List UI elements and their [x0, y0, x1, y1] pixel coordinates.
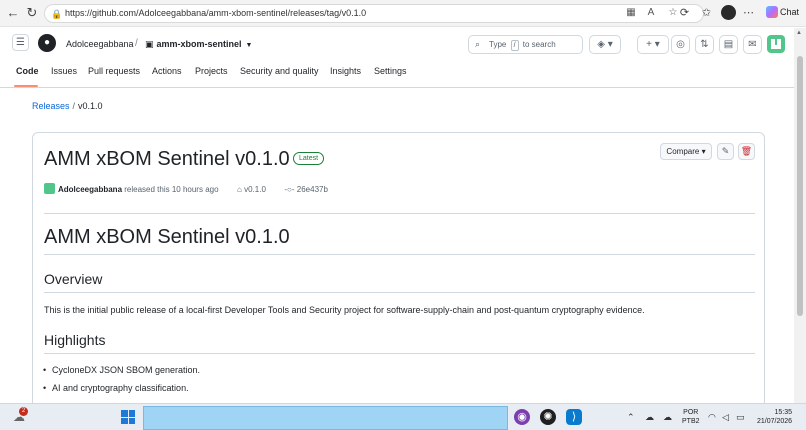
issues-icon[interactable]: ◎	[671, 35, 690, 54]
apps-icon[interactable]: ▦	[625, 7, 637, 19]
released-time: released this 10 hours ago	[124, 185, 219, 194]
search-input[interactable]: ⌕ Type / to search	[468, 35, 583, 54]
divider	[44, 254, 755, 255]
pull-requests-icon[interactable]: ⇅	[695, 35, 714, 54]
repo-icon: ▣	[145, 39, 154, 49]
chevron-down-icon[interactable]: ▼	[246, 42, 253, 49]
github-logo-icon[interactable]: ●	[38, 34, 56, 52]
tab-code[interactable]: Code	[16, 66, 39, 76]
overview-text: This is the initial public release of a …	[44, 305, 645, 315]
list-item: AI and cryptography classification.	[43, 383, 189, 393]
site-info-icon[interactable]: 🔒	[51, 6, 62, 23]
vscode-icon[interactable]: ⟩	[566, 409, 582, 425]
browser-toolbar: ← ↻ 🔒 https://github.com/Adolceegabbana/…	[0, 0, 806, 27]
release-breadcrumb: Releases / v0.1.0	[32, 101, 103, 111]
repo-name-link[interactable]: ▣ amm-xbom-sentinel ▼	[145, 39, 252, 50]
tab-issues[interactable]: Issues	[51, 66, 77, 76]
tab-insights[interactable]: Insights	[330, 66, 361, 76]
compare-button[interactable]: Compare ▾	[660, 143, 712, 160]
release-meta: Adolceegabbana released this 10 hours ag…	[44, 183, 328, 194]
search-icon: ⌕	[475, 39, 481, 49]
user-avatar[interactable]	[767, 35, 785, 53]
system-clock[interactable]: 15:35 21/07/2026	[757, 408, 792, 426]
divider	[44, 292, 755, 293]
windows-start-icon[interactable]	[121, 410, 135, 424]
menu-icon[interactable]: ☰	[12, 34, 29, 51]
back-icon[interactable]: ←	[6, 6, 20, 20]
extension-icon[interactable]: ⟳	[678, 7, 691, 20]
copilot-icon	[766, 6, 778, 18]
commit-link[interactable]: 26e437b	[297, 185, 328, 194]
tab-pull-requests[interactable]: Pull requests	[88, 66, 140, 76]
copilot-button[interactable]: ◈ ▾	[589, 35, 621, 54]
battery-icon[interactable]: ▭	[736, 411, 745, 423]
read-aloud-icon[interactable]: A	[645, 7, 657, 19]
search-shortcut-key: /	[510, 40, 519, 51]
create-new-button[interactable]: + ▾	[637, 35, 669, 54]
chevron-up-icon[interactable]: ⌃	[627, 411, 635, 423]
breadcrumb-separator: /	[135, 38, 138, 49]
overview-heading: Overview	[44, 271, 103, 287]
repo-owner-link[interactable]: Adolceegabbana	[66, 39, 134, 49]
tag-link[interactable]: v0.1.0	[244, 185, 266, 194]
tab-settings[interactable]: Settings	[374, 66, 407, 76]
list-item: CycloneDX JSON SBOM generation.	[43, 365, 200, 375]
commit-icon: -○-	[284, 185, 295, 194]
tab-projects[interactable]: Projects	[195, 66, 228, 76]
chevron-down-icon: ▾	[701, 147, 706, 156]
divider	[44, 353, 755, 354]
inbox-icon[interactable]: ✉	[743, 35, 762, 54]
browser-profile-avatar[interactable]	[721, 5, 736, 20]
release-title: AMM xBOM Sentinel v0.1.0	[44, 148, 290, 170]
reload-icon[interactable]: ↻	[25, 6, 39, 20]
trash-icon[interactable]: 🗑	[738, 143, 755, 160]
windows-taskbar: ☁ 2 ◉ ✺ ⟩ ⌃ ☁ ☁ POR PTB2 ◠ ◁ ▭ 15:35 21/…	[0, 403, 806, 430]
page-scrollbar[interactable]: ▲	[794, 28, 806, 403]
favorites-icon[interactable]: ✩	[700, 7, 713, 20]
author-avatar[interactable]	[44, 183, 55, 194]
taskbar-search-box[interactable]	[143, 406, 508, 430]
release-card: AMM xBOM Sentinel v0.1.0 Latest Compare …	[32, 132, 765, 412]
divider	[44, 213, 755, 214]
app-icon[interactable]: ◉	[514, 409, 530, 425]
author-link[interactable]: Adolceegabbana	[58, 185, 122, 194]
url-text: https://github.com/Adolceegabbana/amm-xb…	[65, 8, 367, 18]
active-tab-indicator	[14, 85, 38, 87]
tab-actions[interactable]: Actions	[152, 66, 182, 76]
chatgpt-icon[interactable]: ✺	[540, 409, 556, 425]
scrollbar-thumb[interactable]	[797, 56, 803, 316]
copilot-chat-button[interactable]: Chat	[766, 6, 799, 18]
cloud-icon[interactable]: ☁	[645, 411, 654, 423]
onedrive-icon[interactable]: ☁	[663, 411, 672, 423]
tag-icon: ⌂	[237, 185, 242, 194]
latest-badge: Latest	[293, 152, 325, 165]
releases-link[interactable]: Releases	[32, 101, 70, 111]
github-header: ☰ ● Adolceegabbana / ▣ amm-xbom-sentinel ▼…	[0, 28, 794, 88]
notification-badge: 2	[19, 407, 28, 416]
highlights-heading: Highlights	[44, 332, 106, 348]
edit-icon[interactable]: ✎	[717, 143, 734, 160]
speaker-icon[interactable]: ◁	[722, 411, 729, 423]
input-language[interactable]: POR PTB2	[682, 408, 700, 426]
repositories-icon[interactable]: ▤	[719, 35, 738, 54]
markdown-h1: AMM xBOM Sentinel v0.1.0	[44, 226, 290, 248]
current-release: v0.1.0	[78, 101, 103, 111]
address-bar[interactable]: 🔒 https://github.com/Adolceegabbana/amm-…	[44, 4, 704, 23]
more-icon[interactable]: ⋯	[742, 7, 755, 20]
scroll-up-icon[interactable]: ▲	[796, 30, 802, 36]
wifi-icon[interactable]: ◠	[708, 411, 716, 423]
tab-security[interactable]: Security and quality	[240, 66, 319, 76]
